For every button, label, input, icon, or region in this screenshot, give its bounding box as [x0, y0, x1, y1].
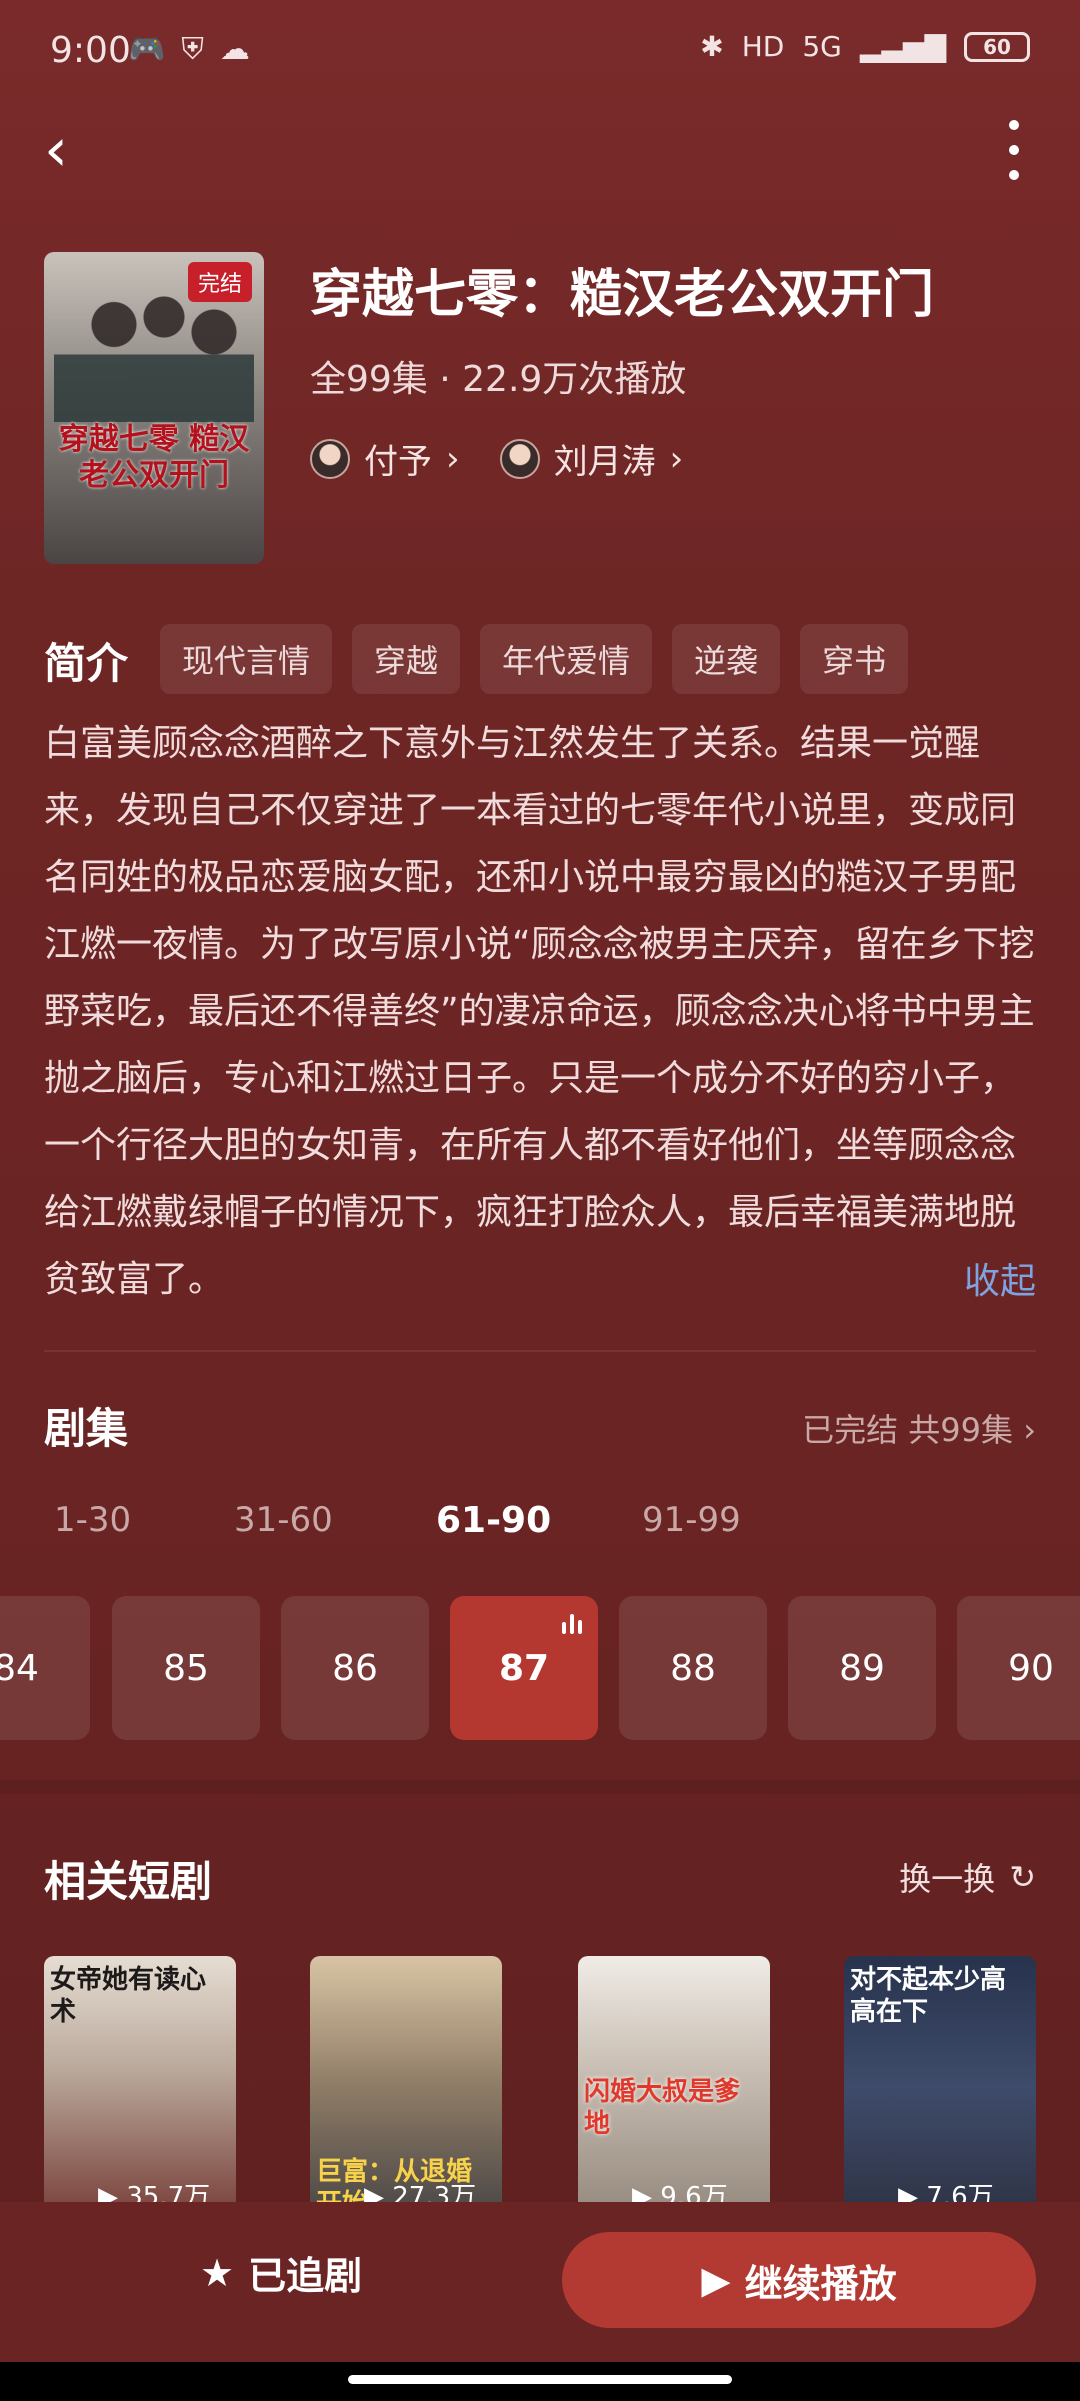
status-time: 9:00 [50, 30, 131, 71]
actor-list: 付予 › 刘月涛 › [310, 434, 683, 483]
star-icon: ★ [200, 2250, 235, 2295]
shield-icon: ⛨ [181, 32, 204, 67]
chevron-right-icon: › [669, 438, 684, 479]
game-icon: 🎮 [128, 32, 166, 67]
actor-name: 刘月涛 [553, 442, 656, 482]
refresh-label: 换一换 [899, 1860, 996, 1898]
related-title: 对不起本少高高在下 [850, 1965, 1007, 2027]
tag[interactable]: 年代爱情 [480, 624, 653, 694]
drama-cover: 穿越七零 糙汉老公双开门 完结 [44, 252, 264, 564]
intro-heading: 简介 [44, 639, 129, 688]
page-title: 穿越七零：糙汉老公双开门 [310, 265, 935, 325]
related-play-count: ▶ 9.6万 [632, 2182, 728, 2202]
related-play-count: ▶ 27.3万 [364, 2182, 477, 2202]
play-label: 继续播放 [744, 2261, 897, 2306]
tab-range-active[interactable]: 61-90 [436, 1500, 551, 1541]
related-play-count: ▶ 35.7万 [98, 2182, 211, 2202]
bluetooth-icon: ✱ [700, 30, 724, 63]
related-title: 闪婚大叔是爹地 [584, 2077, 741, 2139]
related-card[interactable]: 女帝她有读心术 ▶ 35.7万 [44, 1956, 236, 2202]
follow-button[interactable]: ★ 已追剧 [200, 2245, 362, 2300]
back-icon[interactable]: ‹ [44, 115, 104, 185]
continue-play-button[interactable]: ▶ 继续播放 [562, 2232, 1036, 2328]
related-card[interactable]: 巨富：从退婚开始 ▶ 27.3万 [310, 1956, 502, 2202]
episode-button[interactable]: 89 [788, 1596, 936, 1740]
cloud-icon: ☁ [219, 32, 250, 67]
playing-icon [562, 1614, 582, 1634]
chevron-right-icon: › [446, 438, 460, 479]
episodes-status-link[interactable]: 已完结 共99集 › [802, 1405, 1036, 1451]
episode-number: 89 [839, 1647, 885, 1689]
chevron-right-icon: › [1023, 1411, 1036, 1449]
episode-number: 84 [0, 1647, 39, 1689]
battery-icon: 60 [964, 31, 1030, 62]
tab-range[interactable]: 31-60 [234, 1500, 333, 1540]
avatar [499, 438, 540, 479]
related-title: 女帝她有读心术 [50, 1965, 207, 2027]
drama-meta: 全99集 · 22.9万次播放 [310, 359, 687, 400]
episode-button[interactable]: 88 [619, 1596, 767, 1740]
episode-button[interactable]: 86 [281, 1596, 429, 1740]
status-bar: 9:00 🎮 ⛨ ☁ ✱ HD 5G ▂▃▅▇ 60 [0, 0, 1080, 110]
episodes-status: 已完结 共99集 [802, 1411, 1014, 1449]
episode-number: 85 [163, 1647, 209, 1689]
tag[interactable]: 穿书 [800, 624, 909, 694]
episode-list: 84 85 86 87 88 89 90 [0, 1596, 1080, 1740]
follow-label: 已追剧 [248, 2254, 363, 2298]
related-card[interactable]: 对不起本少高高在下 ▶ 7.6万 [844, 1956, 1036, 2202]
episode-number: 90 [1008, 1647, 1054, 1689]
divider [44, 1350, 1036, 1352]
episode-button[interactable]: 85 [112, 1596, 260, 1740]
avatar [310, 438, 350, 479]
status-badge: 完结 [187, 262, 252, 302]
status-left-icons: 🎮 ⛨ ☁ [128, 32, 250, 67]
tag[interactable]: 现代言情 [160, 624, 333, 694]
signal-icon: 5G [802, 30, 842, 63]
tag[interactable]: 穿越 [352, 624, 461, 694]
related-card[interactable]: 闪婚大叔是爹地 ▶ 9.6万 [578, 1956, 770, 2202]
actor-link[interactable]: 付予 › [310, 434, 460, 483]
home-indicator[interactable] [348, 2375, 732, 2384]
hd-icon: HD [741, 30, 785, 63]
tag[interactable]: 逆袭 [672, 624, 781, 694]
tab-range[interactable]: 1-30 [54, 1500, 131, 1540]
episode-range-tabs: 1-30 31-60 61-90 91-99 [0, 1500, 1080, 1560]
actor-name: 付予 [364, 442, 432, 482]
related-play-count: ▶ 7.6万 [898, 2182, 994, 2202]
status-right-icons: ✱ HD 5G ▂▃▅▇ 60 [700, 30, 1030, 63]
related-heading: 相关短剧 [44, 1857, 213, 1906]
episode-number: 88 [670, 1647, 716, 1689]
play-icon: ▶ [701, 2258, 731, 2302]
refresh-icon: ↻ [1009, 1858, 1036, 1896]
episodes-heading: 剧集 [44, 1404, 129, 1453]
episode-number: 87 [498, 1647, 550, 1689]
battery-level: 60 [983, 34, 1011, 59]
actor-link[interactable]: 刘月涛 › [499, 434, 684, 483]
more-icon[interactable] [994, 120, 1034, 180]
episode-button[interactable]: 84 [0, 1596, 90, 1740]
intro-text: 白富美顾念念酒醉之下意外与江然发生了关系。结果一觉醒来，发现自己不仅穿进了一本看… [44, 723, 1035, 1300]
signal-bars-icon: ▂▃▅▇ [859, 30, 946, 63]
episode-button[interactable]: 90 [957, 1596, 1080, 1740]
refresh-button[interactable]: 换一换 ↻ [899, 1854, 1036, 1900]
episode-button-current[interactable]: 87 [450, 1596, 598, 1740]
tag-list: 现代言情 穿越 年代爱情 逆袭 穿书 [160, 624, 909, 694]
tab-range[interactable]: 91-99 [642, 1500, 741, 1540]
cover-title: 穿越七零 糙汉老公双开门 [58, 422, 250, 493]
related-list: 女帝她有读心术 ▶ 35.7万 巨富：从退婚开始 ▶ 27.3万 闪婚大叔是爹地… [44, 1956, 1036, 2202]
section-divider [0, 1780, 1080, 1794]
collapse-button[interactable]: 收起 [964, 1252, 1036, 1304]
episode-number: 86 [332, 1647, 378, 1689]
